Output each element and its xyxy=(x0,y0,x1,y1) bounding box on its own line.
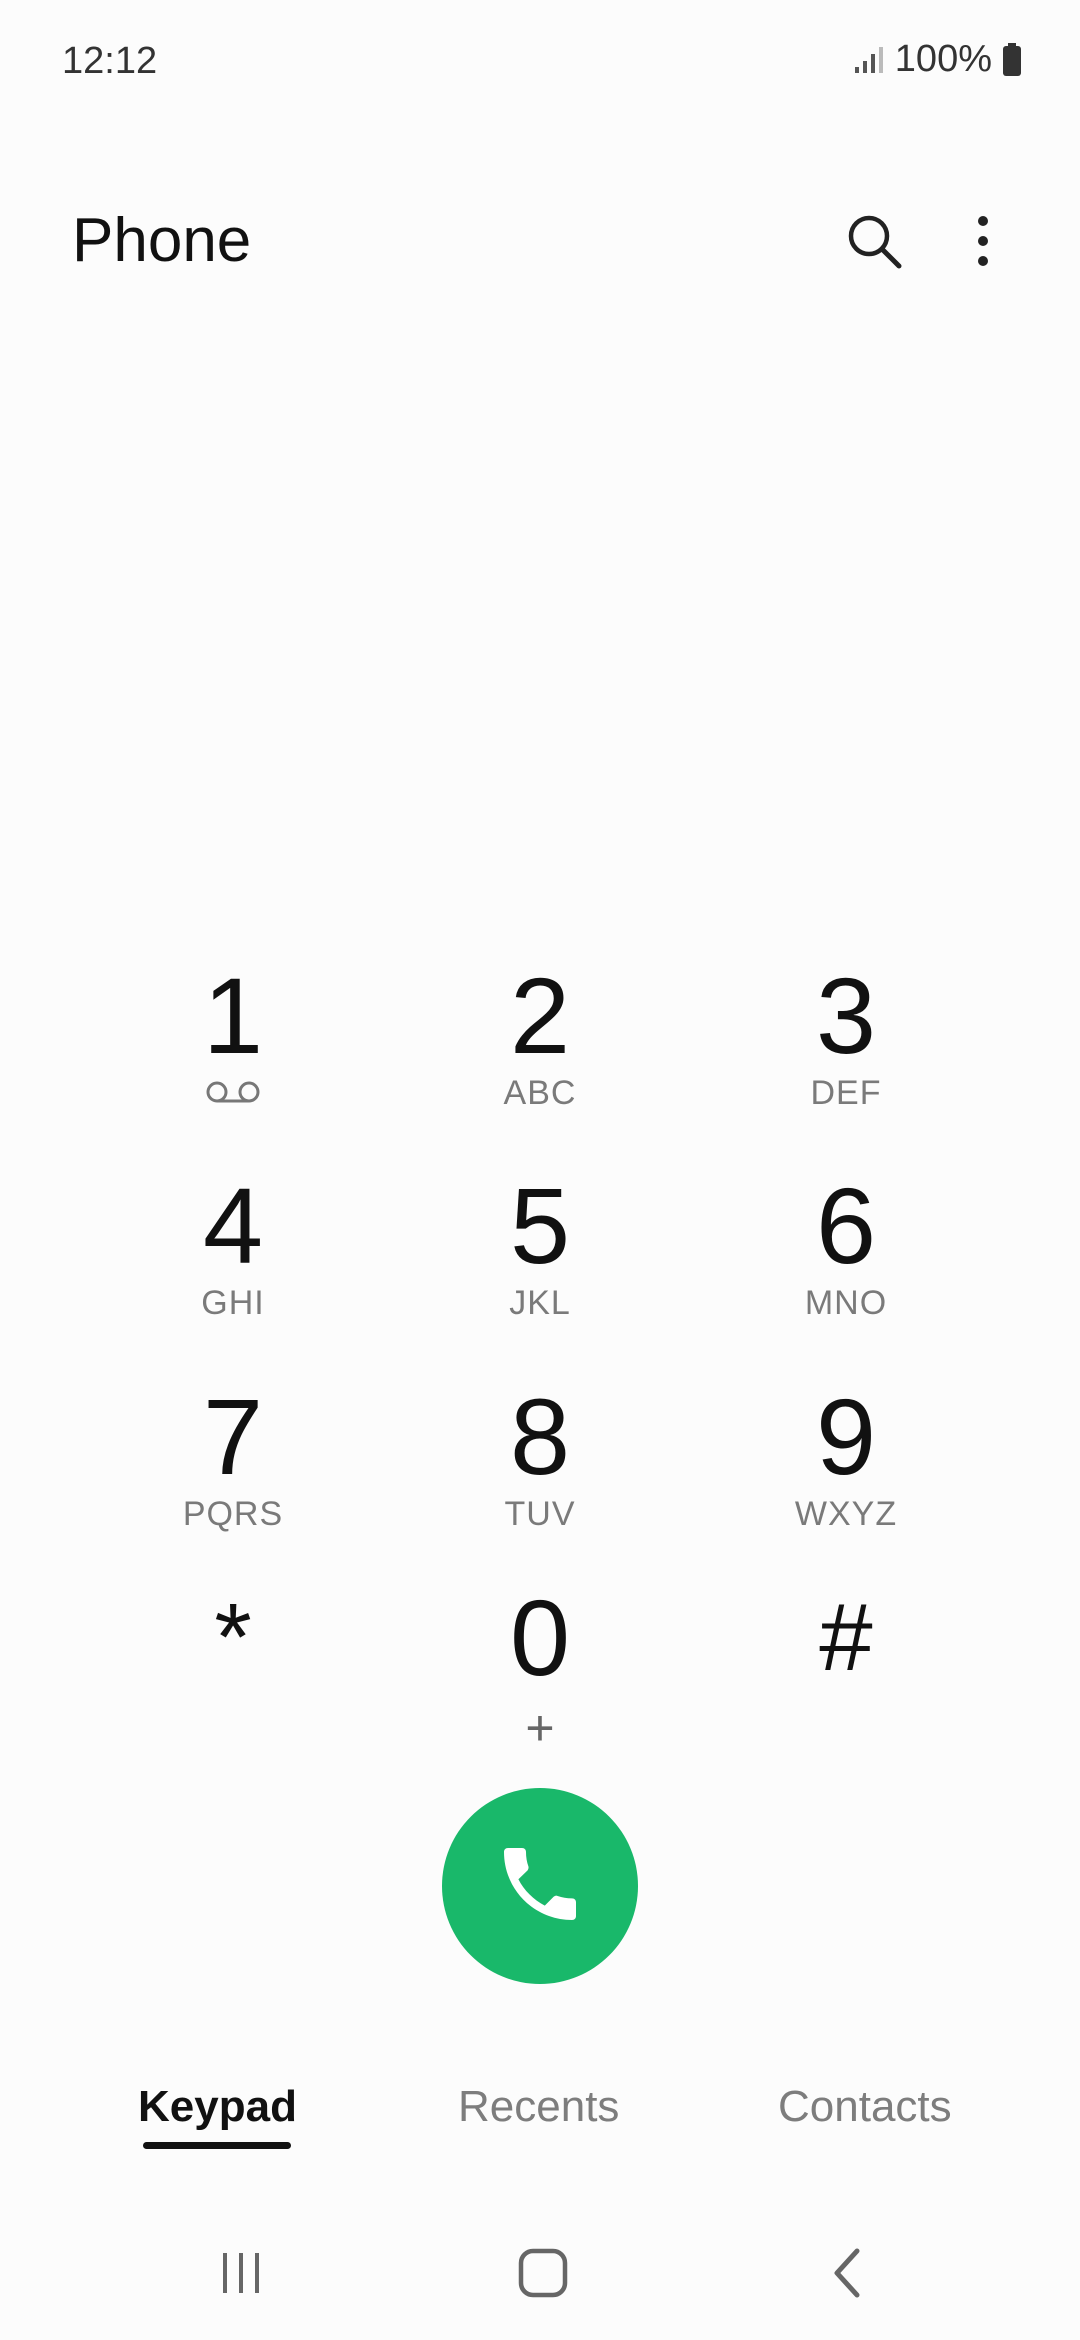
key-letters: TUV xyxy=(504,1495,576,1533)
status-icons: 100% xyxy=(853,38,1022,81)
key-3[interactable]: 3 DEF xyxy=(726,960,966,1130)
key-digit: 5 xyxy=(509,1165,571,1286)
key-letters: GHI xyxy=(201,1284,265,1322)
home-icon xyxy=(517,2247,569,2304)
status-time: 12:12 xyxy=(62,40,158,82)
voicemail-icon xyxy=(205,1080,261,1109)
key-letters: JKL xyxy=(509,1284,571,1322)
back-icon xyxy=(827,2247,867,2304)
key-8[interactable]: 8 TUV xyxy=(420,1381,660,1551)
key-digit: 7 xyxy=(202,1376,264,1497)
key-0[interactable]: 0 + xyxy=(420,1577,660,1756)
key-2[interactable]: 2 ABC xyxy=(420,960,660,1130)
key-9[interactable]: 9 WXYZ xyxy=(726,1381,966,1551)
search-icon xyxy=(844,211,904,276)
recent-apps-icon xyxy=(216,2248,266,2303)
key-digit: # xyxy=(819,1584,873,1691)
tab-keypad[interactable]: Keypad xyxy=(138,2082,297,2149)
key-6[interactable]: 6 MNO xyxy=(726,1170,966,1340)
back-button[interactable] xyxy=(797,2240,897,2310)
key-letters: MNO xyxy=(804,1284,888,1322)
key-hash[interactable]: # xyxy=(726,1582,966,1752)
tab-active-indicator xyxy=(143,2142,292,2149)
key-letters: DEF xyxy=(810,1074,882,1112)
tab-label: Keypad xyxy=(138,2082,297,2131)
key-1[interactable]: 1 xyxy=(113,960,353,1130)
key-digit: * xyxy=(214,1584,252,1691)
key-digit: 6 xyxy=(815,1165,877,1286)
home-button[interactable] xyxy=(493,2240,593,2310)
key-letters: ABC xyxy=(503,1074,577,1112)
more-options-button[interactable] xyxy=(943,203,1023,283)
key-digit: 8 xyxy=(509,1376,571,1497)
key-letters: PQRS xyxy=(182,1495,284,1533)
key-star[interactable]: * xyxy=(113,1582,353,1752)
key-5[interactable]: 5 JKL xyxy=(420,1170,660,1340)
key-7[interactable]: 7 PQRS xyxy=(113,1381,353,1551)
battery-percent: 100% xyxy=(894,38,992,80)
more-vertical-icon xyxy=(973,211,993,276)
search-button[interactable] xyxy=(834,203,914,283)
phone-screen: 12:12 100% Phone 1 2 ABC 3 DEF 4 GHI 5 J… xyxy=(0,0,1080,2340)
signal-icon xyxy=(853,45,885,75)
key-digit: 2 xyxy=(509,955,571,1076)
recent-apps-button[interactable] xyxy=(191,2240,291,2310)
key-digit: 0 xyxy=(509,1577,571,1698)
tab-recents[interactable]: Recents xyxy=(458,2082,619,2132)
key-letters: WXYZ xyxy=(794,1495,898,1533)
key-4[interactable]: 4 GHI xyxy=(113,1170,353,1340)
page-title: Phone xyxy=(72,206,252,275)
battery-icon xyxy=(1002,42,1022,77)
tab-label: Recents xyxy=(458,2082,620,2131)
tab-label: Contacts xyxy=(778,2082,952,2131)
key-letters: + xyxy=(525,1700,555,1756)
tab-contacts[interactable]: Contacts xyxy=(778,2082,952,2132)
call-button[interactable] xyxy=(442,1788,638,1984)
key-digit: 3 xyxy=(815,955,877,1076)
phone-call-icon xyxy=(492,1836,588,1937)
key-digit: 9 xyxy=(815,1376,877,1497)
key-digit: 1 xyxy=(202,955,264,1076)
key-digit: 4 xyxy=(202,1165,264,1286)
